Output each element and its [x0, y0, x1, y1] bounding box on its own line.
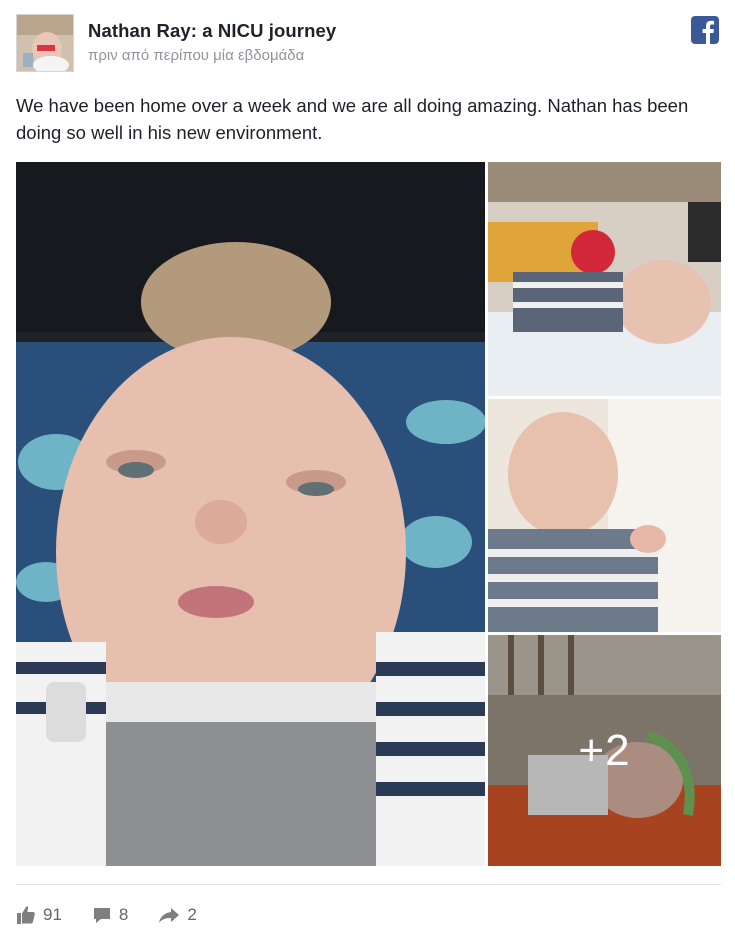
like-icon [17, 906, 35, 924]
like-count: 91 [43, 905, 62, 924]
more-photos-count: +2 [578, 725, 631, 775]
comment-action[interactable]: 8 [92, 905, 128, 925]
share-count: 2 [187, 905, 197, 924]
baby-closeup-photo[interactable] [16, 162, 485, 866]
post-text: We have been home over a week and we are… [16, 95, 689, 143]
footer-divider [16, 884, 721, 885]
comment-count: 8 [118, 905, 129, 924]
page-name[interactable]: Nathan Ray: a NICU journey [88, 20, 336, 42]
more-photos-overlay[interactable]: +2 [488, 635, 721, 866]
post-stats: 91 8 2 [16, 903, 227, 927]
page-avatar[interactable] [16, 14, 74, 72]
comment-icon [93, 908, 110, 923]
share-action[interactable]: 2 [158, 905, 197, 925]
post-timestamp[interactable]: πριν από περίπου μία εβδομάδα [88, 47, 304, 64]
like-action[interactable]: 91 [16, 905, 62, 925]
baby-with-equipment-photo[interactable]: +2 [488, 635, 721, 866]
facebook-icon[interactable] [691, 16, 719, 44]
baby-on-blanket-photo[interactable] [488, 399, 721, 632]
facebook-post: Nathan Ray: a NICU journey πριν από περί… [0, 0, 735, 942]
share-icon [159, 908, 180, 923]
baby-lying-with-toy-photo[interactable] [488, 162, 721, 396]
